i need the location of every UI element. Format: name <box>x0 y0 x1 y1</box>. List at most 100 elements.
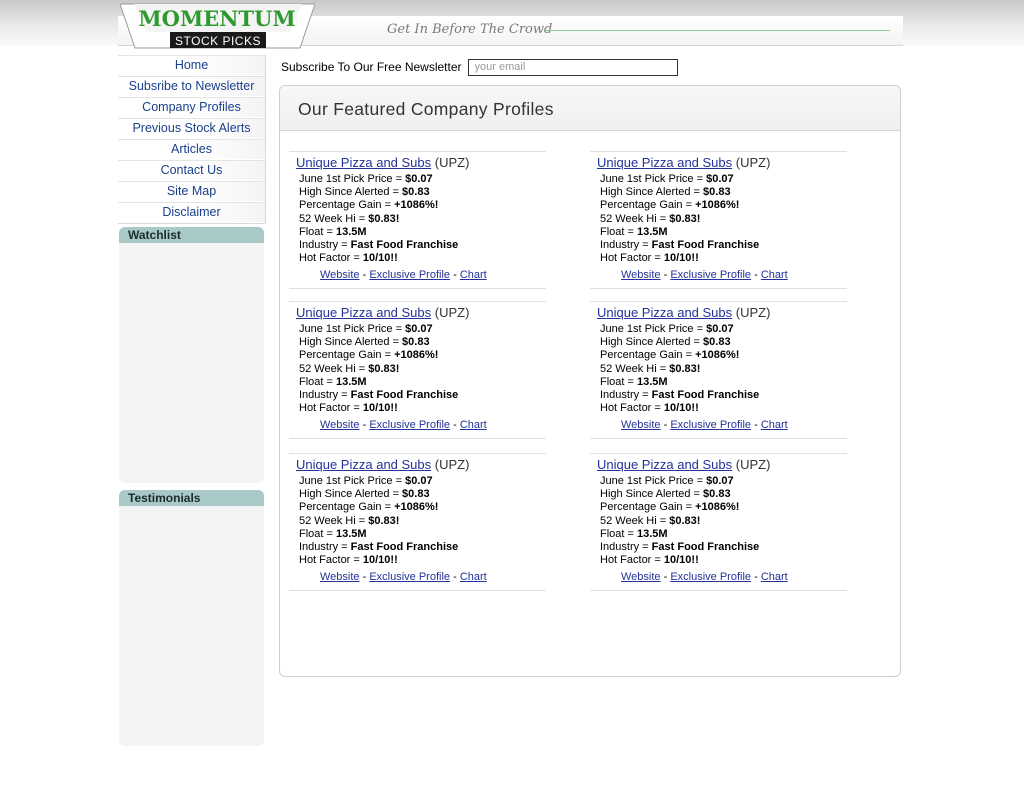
industry-value: Fast Food Franchise <box>651 389 760 402</box>
website-link[interactable]: Website <box>621 571 661 583</box>
company-name-link[interactable]: Unique Pizza and Subs <box>597 305 732 320</box>
pick-price-value: $0.07 <box>706 323 734 335</box>
float-value: 13.5M <box>637 527 668 540</box>
nav-item-disclaimer[interactable]: Disclaimer <box>118 202 265 222</box>
high-since-label: High Since Alerted = <box>299 336 403 349</box>
panel-header: Our Featured Company Profiles <box>280 86 900 131</box>
float-label: Float = <box>299 225 336 238</box>
week-high-label: 52 Week Hi = <box>299 514 369 527</box>
nav-item-previous-alerts[interactable]: Previous Stock Alerts <box>118 118 265 138</box>
newsletter-label: Subscribe To Our Free Newsletter <box>281 60 462 74</box>
exclusive-profile-link[interactable]: Exclusive Profile <box>369 269 450 281</box>
company-name-link[interactable]: Unique Pizza and Subs <box>296 457 431 472</box>
profile-stats: June 1st Pick Price = $0.07 High Since A… <box>600 173 759 265</box>
nav-item-company-profiles[interactable]: Company Profiles <box>118 97 265 117</box>
high-since-label: High Since Alerted = <box>299 186 403 199</box>
exclusive-profile-link[interactable]: Exclusive Profile <box>369 571 450 583</box>
pick-price-label: June 1st Pick Price = <box>299 173 406 185</box>
exclusive-profile-link[interactable]: Exclusive Profile <box>369 419 450 431</box>
email-field[interactable] <box>467 58 678 76</box>
newsletter-form: Subscribe To Our Free Newsletter <box>281 58 678 76</box>
week-high-value: $0.83! <box>669 362 701 375</box>
site-logo[interactable]: MOMENTUM STOCK PICKS <box>120 2 315 50</box>
industry-label: Industry = <box>600 239 652 252</box>
page-title: Our Featured Company Profiles <box>298 99 554 119</box>
company-name-link[interactable]: Unique Pizza and Subs <box>597 457 732 472</box>
hot-factor-value: 10/10!! <box>663 402 699 415</box>
float-value: 13.5M <box>336 375 367 388</box>
high-since-value: $0.83 <box>703 336 731 349</box>
pick-price-value: $0.07 <box>405 323 433 335</box>
industry-value: Fast Food Franchise <box>350 239 459 252</box>
testimonials-title: Testimonials <box>119 490 264 506</box>
hot-factor-value: 10/10!! <box>663 554 699 567</box>
company-name-link[interactable]: Unique Pizza and Subs <box>597 155 732 170</box>
chart-link[interactable]: Chart <box>761 269 788 281</box>
pick-price-label: June 1st Pick Price = <box>600 475 707 487</box>
pick-price-value: $0.07 <box>706 475 734 487</box>
website-link[interactable]: Website <box>320 419 360 431</box>
ticker-symbol: (UPZ) <box>735 155 771 170</box>
website-link[interactable]: Website <box>621 419 661 431</box>
gain-label: Percentage Gain = <box>600 501 696 514</box>
nav-item-newsletter[interactable]: Subsribe to Newsletter <box>118 76 265 96</box>
watchlist-box: Watchlist <box>119 227 264 483</box>
high-since-value: $0.83 <box>703 488 731 501</box>
logo-subtitle: STOCK PICKS <box>175 34 261 48</box>
ticker-symbol: (UPZ) <box>434 155 470 170</box>
pick-price-value: $0.07 <box>706 173 734 185</box>
profile-card: Unique Pizza and Subs (UPZ) June 1st Pic… <box>289 151 546 289</box>
industry-label: Industry = <box>600 389 652 402</box>
website-link[interactable]: Website <box>621 269 661 281</box>
website-link[interactable]: Website <box>320 571 360 583</box>
high-since-value: $0.83 <box>703 186 731 199</box>
gain-value: +1086%! <box>695 199 740 212</box>
exclusive-profile-link[interactable]: Exclusive Profile <box>670 419 751 431</box>
hot-factor-value: 10/10!! <box>362 554 398 567</box>
logo-word: MOMENTUM <box>138 6 295 31</box>
profile-links: Website - Exclusive Profile - Chart <box>621 571 788 583</box>
nav-item-home[interactable]: Home <box>118 55 265 75</box>
profile-links: Website - Exclusive Profile - Chart <box>621 269 788 281</box>
high-since-value: $0.83 <box>402 186 430 199</box>
nav-item-articles[interactable]: Articles <box>118 139 265 159</box>
nav-item-site-map[interactable]: Site Map <box>118 181 265 201</box>
industry-value: Fast Food Franchise <box>350 389 459 402</box>
chart-link[interactable]: Chart <box>460 571 487 583</box>
chart-link[interactable]: Chart <box>761 419 788 431</box>
profile-card: Unique Pizza and Subs (UPZ) June 1st Pic… <box>590 453 847 591</box>
chart-link[interactable]: Chart <box>460 419 487 431</box>
tagline: Get In Before The Crowd <box>387 22 553 37</box>
profile-card: Unique Pizza and Subs (UPZ) June 1st Pic… <box>590 301 847 439</box>
nav-item-contact[interactable]: Contact Us <box>118 160 265 180</box>
high-since-label: High Since Alerted = <box>600 336 704 349</box>
chart-link[interactable]: Chart <box>761 571 788 583</box>
company-name-link[interactable]: Unique Pizza and Subs <box>296 155 431 170</box>
pick-price-label: June 1st Pick Price = <box>600 173 707 185</box>
hot-factor-label: Hot Factor = <box>299 252 363 265</box>
week-high-label: 52 Week Hi = <box>299 212 369 225</box>
gain-value: +1086%! <box>394 501 439 514</box>
exclusive-profile-link[interactable]: Exclusive Profile <box>670 269 751 281</box>
float-label: Float = <box>600 527 637 540</box>
pick-price-label: June 1st Pick Price = <box>299 475 406 487</box>
gain-value: +1086%! <box>695 501 740 514</box>
high-since-value: $0.83 <box>402 336 430 349</box>
pick-price-label: June 1st Pick Price = <box>299 323 406 335</box>
testimonials-box: Testimonials <box>119 490 264 746</box>
high-since-label: High Since Alerted = <box>299 488 403 501</box>
float-value: 13.5M <box>637 225 668 238</box>
profile-stats: June 1st Pick Price = $0.07 High Since A… <box>600 475 759 567</box>
ticker-symbol: (UPZ) <box>434 305 470 320</box>
gain-label: Percentage Gain = <box>299 349 395 362</box>
hot-factor-label: Hot Factor = <box>600 252 664 265</box>
exclusive-profile-link[interactable]: Exclusive Profile <box>670 571 751 583</box>
website-link[interactable]: Website <box>320 269 360 281</box>
industry-label: Industry = <box>299 239 351 252</box>
pick-price-value: $0.07 <box>405 475 433 487</box>
company-name-link[interactable]: Unique Pizza and Subs <box>296 305 431 320</box>
chart-link[interactable]: Chart <box>460 269 487 281</box>
ticker-symbol: (UPZ) <box>735 305 771 320</box>
industry-label: Industry = <box>299 541 351 554</box>
week-high-value: $0.83! <box>669 514 701 527</box>
